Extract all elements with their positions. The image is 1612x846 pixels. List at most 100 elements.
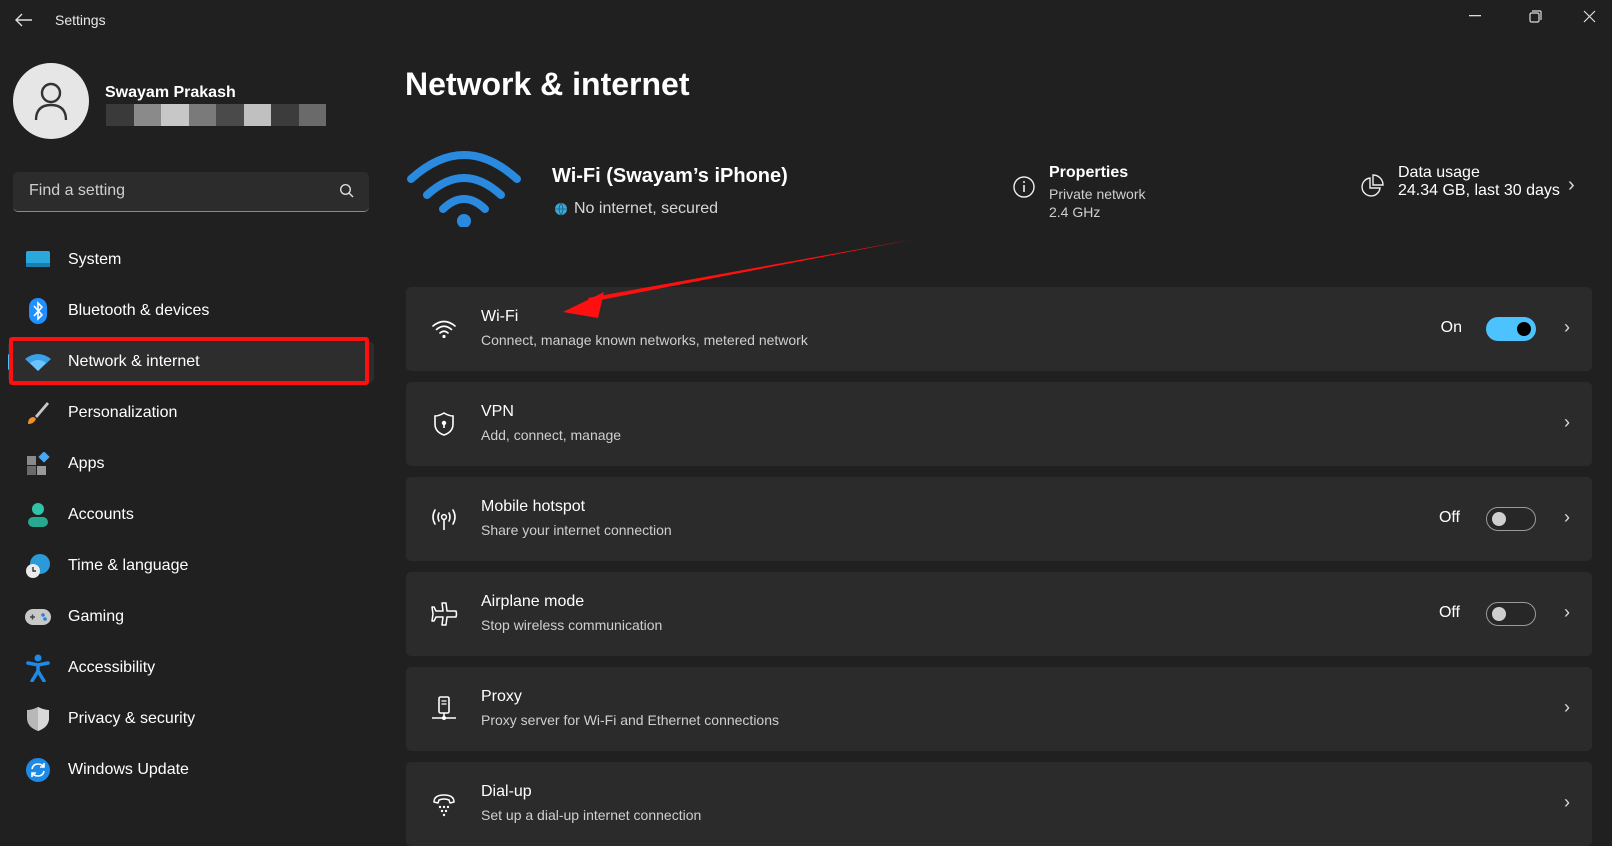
toggle-knob [1517, 322, 1531, 336]
sidebar-item-apps[interactable]: Apps [8, 444, 374, 484]
connection-status: No internet, secured [554, 200, 718, 218]
card-title: Airplane mode [481, 593, 585, 610]
info-icon [1013, 176, 1035, 198]
redaction-block [271, 104, 299, 126]
redaction-block [243, 104, 271, 126]
user-icon [34, 82, 68, 121]
sidebar-item-label: System [68, 251, 122, 268]
close-button[interactable] [1566, 0, 1612, 32]
redaction-block [161, 104, 189, 126]
toggle-state-label: On [1440, 319, 1462, 336]
sidebar-item-label: Accounts [68, 506, 134, 523]
card-title: Dial-up [481, 783, 532, 800]
data-usage-link[interactable]: Data usage 24.34 GB, last 30 days [1360, 164, 1560, 200]
title-bar: Settings [0, 0, 1612, 42]
user-email-redacted [106, 104, 326, 126]
sidebar-item-personalization[interactable]: Personalization [8, 393, 374, 433]
properties-network-type: Private network [1049, 186, 1146, 202]
sidebar-item-windows-update[interactable]: Windows Update [8, 750, 374, 790]
chevron-right-icon: › [1564, 792, 1570, 812]
wifi-icon [428, 313, 460, 345]
airplane-mode-toggle[interactable] [1486, 602, 1536, 626]
sidebar-item-gaming[interactable]: Gaming [8, 597, 374, 637]
data-usage-chevron-icon[interactable]: › [1568, 174, 1575, 197]
sidebar-item-network[interactable]: Network & internet [8, 342, 374, 382]
chevron-right-icon: › [1564, 602, 1570, 622]
gamepad-icon [24, 603, 52, 631]
search-input[interactable] [27, 181, 331, 201]
sidebar-item-label: Apps [68, 455, 105, 472]
globe-icon [555, 202, 567, 216]
proxy-server-icon [428, 693, 460, 725]
time-language-icon [24, 552, 52, 580]
chevron-right-icon: › [1564, 697, 1570, 717]
toggle-state-label: Off [1438, 509, 1460, 526]
card-title: Proxy [481, 688, 522, 705]
accounts-icon [24, 501, 52, 529]
card-subtitle: Connect, manage known networks, metered … [481, 332, 808, 348]
redaction-block [133, 104, 161, 126]
sidebar-nav: System Bluetooth & devices Network & int… [8, 240, 374, 801]
properties-band: 2.4 GHz [1049, 204, 1101, 220]
dial-up-phone-icon [428, 788, 460, 820]
restore-button[interactable] [1512, 0, 1558, 32]
network-icon [24, 348, 52, 376]
redaction-block [216, 104, 244, 126]
data-usage-title: Data usage [1398, 164, 1480, 181]
update-icon [24, 756, 52, 784]
sidebar-item-privacy-security[interactable]: Privacy & security [8, 699, 374, 739]
mobile-hotspot-toggle[interactable] [1486, 507, 1536, 531]
page-title: Network & internet [405, 66, 690, 102]
system-icon [24, 246, 52, 274]
card-title: Wi-Fi [481, 308, 519, 325]
avatar[interactable] [13, 63, 89, 139]
apps-icon [24, 450, 52, 478]
redaction-block [298, 104, 326, 126]
sidebar-item-accounts[interactable]: Accounts [8, 495, 374, 535]
sidebar-item-label: Personalization [68, 404, 178, 421]
card-wifi[interactable]: Wi-Fi Connect, manage known networks, me… [406, 287, 1592, 371]
sidebar-item-label: Gaming [68, 608, 125, 625]
hotspot-icon [428, 503, 460, 535]
card-vpn[interactable]: VPN Add, connect, manage › [406, 382, 1592, 466]
sidebar-item-system[interactable]: System [8, 240, 374, 280]
sidebar-item-label: Windows Update [68, 761, 189, 778]
app-title: Settings [55, 12, 106, 28]
accessibility-icon [24, 654, 52, 682]
card-dial-up[interactable]: Dial-up Set up a dial-up internet connec… [406, 762, 1592, 846]
wifi-toggle[interactable] [1486, 317, 1536, 341]
sidebar-item-time-language[interactable]: Time & language [8, 546, 374, 586]
properties-title: Properties [1049, 164, 1129, 181]
pie-chart-icon [1361, 174, 1384, 197]
sidebar-item-accessibility[interactable]: Accessibility [8, 648, 374, 688]
sidebar-item-label: Network & internet [68, 353, 200, 370]
minimize-icon [1469, 15, 1481, 17]
sidebar-item-label: Bluetooth & devices [68, 302, 210, 319]
airplane-icon [428, 598, 460, 630]
back-arrow-icon [15, 13, 32, 27]
card-proxy[interactable]: Proxy Proxy server for Wi-Fi and Etherne… [406, 667, 1592, 751]
card-subtitle: Stop wireless communication [481, 617, 663, 633]
brush-icon [24, 399, 52, 427]
restore-icon [1528, 9, 1542, 23]
toggle-knob [1492, 607, 1506, 621]
sidebar-item-label: Time & language [68, 557, 189, 574]
back-button[interactable] [12, 10, 36, 32]
sidebar-item-label: Accessibility [68, 659, 156, 676]
close-icon [1583, 10, 1595, 22]
sidebar-item-bluetooth[interactable]: Bluetooth & devices [8, 291, 374, 331]
card-subtitle: Proxy server for Wi-Fi and Ethernet conn… [481, 712, 780, 728]
card-title: VPN [481, 403, 514, 420]
search-icon[interactable] [339, 183, 355, 199]
card-subtitle: Share your internet connection [481, 522, 672, 538]
card-airplane-mode[interactable]: Airplane mode Stop wireless communicatio… [406, 572, 1592, 656]
search-box[interactable] [13, 172, 369, 212]
connection-name: Wi-Fi (Swayam’s iPhone) [552, 165, 788, 187]
properties-link[interactable]: Properties Private network 2.4 GHz [1013, 164, 1145, 220]
sidebar-item-label: Privacy & security [68, 710, 196, 727]
user-name: Swayam Prakash [105, 84, 236, 101]
minimize-button[interactable] [1452, 0, 1498, 32]
chevron-right-icon: › [1564, 317, 1570, 337]
card-mobile-hotspot[interactable]: Mobile hotspot Share your internet conne… [406, 477, 1592, 561]
card-subtitle: Set up a dial-up internet connection [481, 807, 702, 823]
